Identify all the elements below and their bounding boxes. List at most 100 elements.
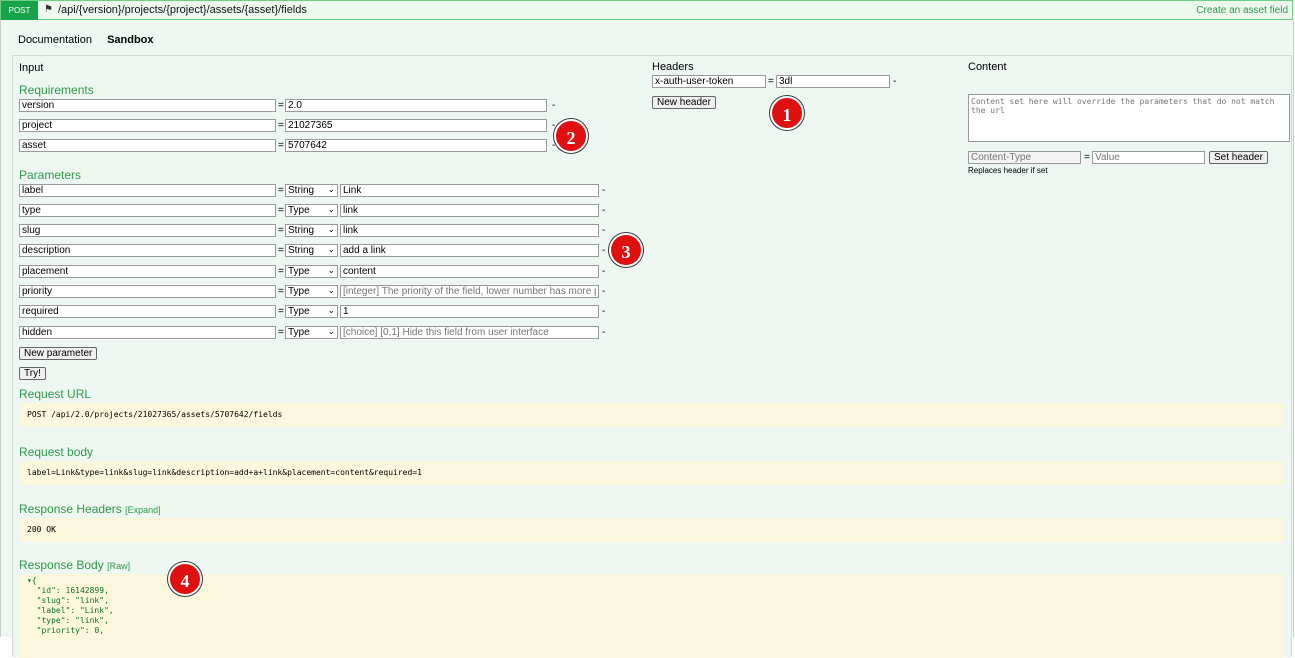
parameter-type-value: Type	[288, 327, 310, 338]
parameter-name-input[interactable]	[19, 184, 276, 197]
requirement-value-input[interactable]	[285, 139, 547, 152]
parameter-name-input[interactable]	[19, 224, 276, 237]
chevron-down-icon: ⌄	[327, 326, 335, 336]
parameter-type-select[interactable]: Type ⌄	[285, 204, 338, 217]
parameter-type-value: String	[288, 245, 315, 256]
equals-sign: =	[278, 245, 284, 256]
parameter-type-select[interactable]: Type ⌄	[285, 285, 338, 298]
requirement-name-input[interactable]	[19, 119, 276, 132]
parameter-value-input[interactable]	[340, 184, 599, 197]
tab-sandbox[interactable]: Sandbox	[107, 34, 153, 46]
chevron-down-icon: ⌄	[327, 285, 335, 295]
annotation-badge-4: 4	[168, 562, 202, 596]
tab-documentation[interactable]: Documentation	[18, 34, 92, 46]
parameter-name-input[interactable]	[19, 326, 276, 339]
parameter-row: = Type ⌄ -	[19, 265, 619, 279]
parameter-row: = Type ⌄ -	[19, 285, 619, 299]
content-value-input[interactable]	[1092, 151, 1205, 164]
expand-link[interactable]: [Expand]	[125, 505, 161, 515]
request-body-value: label=Link&type=link&slug=link&descripti…	[27, 468, 422, 477]
requirement-row: = -	[19, 139, 579, 153]
parameter-value-input[interactable]	[340, 204, 599, 217]
annotation-badge-1: 1	[770, 96, 804, 130]
route-path[interactable]: /api/{version}/projects/{project}/assets…	[58, 4, 307, 16]
equals-sign: =	[768, 76, 774, 87]
content-textarea[interactable]	[968, 94, 1290, 142]
remove-dash[interactable]: -	[602, 204, 605, 217]
set-header-button[interactable]: Set header	[1209, 151, 1268, 164]
raw-link[interactable]: [Raw]	[107, 561, 130, 571]
content-note: Replaces header if set	[968, 166, 1048, 175]
parameters-title: Parameters	[19, 168, 82, 182]
parameter-type-value: Type	[288, 266, 310, 277]
header-name-input[interactable]	[652, 75, 766, 88]
parameter-type-select[interactable]: String ⌄	[285, 224, 338, 237]
remove-dash[interactable]: -	[602, 326, 605, 339]
new-parameter-button[interactable]: New parameter	[19, 347, 98, 360]
input-title: Input	[19, 62, 44, 74]
parameter-value-input[interactable]	[340, 305, 599, 318]
parameter-type-value: String	[288, 225, 315, 236]
parameter-type-select[interactable]: Type ⌄	[285, 305, 338, 318]
parameter-type-value: Type	[288, 306, 310, 317]
parameter-name-input[interactable]	[19, 244, 276, 257]
request-url-box: POST /api/2.0/projects/21027365/assets/5…	[19, 403, 1283, 427]
parameter-value-input[interactable]	[340, 224, 599, 237]
parameter-name-input[interactable]	[19, 204, 276, 217]
requirement-value-input[interactable]	[285, 119, 547, 132]
content-title: Content	[968, 61, 1007, 73]
request-body-box: label=Link&type=link&slug=link&descripti…	[19, 461, 1283, 485]
remove-dash[interactable]: -	[893, 75, 896, 88]
annotation-badge-3: 3	[609, 233, 643, 267]
remove-dash[interactable]: -	[602, 285, 605, 298]
parameter-row: = Type ⌄ -	[19, 326, 619, 340]
content-header-row: = Set header	[968, 151, 1288, 165]
parameter-type-select[interactable]: String ⌄	[285, 184, 338, 197]
response-headers-label: Response Headers	[19, 502, 122, 516]
parameter-type-select[interactable]: String ⌄	[285, 244, 338, 257]
content-type-input[interactable]	[968, 151, 1081, 164]
remove-dash[interactable]: -	[602, 184, 605, 197]
equals-sign: =	[278, 120, 284, 131]
parameter-type-select[interactable]: Type ⌄	[285, 265, 338, 278]
response-body-box: ▾{ "id": 16142899, "slug": "link", "labe…	[19, 574, 1283, 658]
remove-dash[interactable]: -	[602, 265, 605, 278]
parameter-value-input[interactable]	[340, 265, 599, 278]
response-headers-value: 200 OK	[27, 525, 56, 534]
json-line: "type": "link",	[27, 616, 109, 625]
requirement-name-input[interactable]	[19, 139, 276, 152]
remove-dash[interactable]: -	[602, 244, 605, 257]
new-header-button[interactable]: New header	[652, 96, 716, 109]
remove-dash[interactable]: -	[602, 305, 605, 318]
equals-sign: =	[278, 266, 284, 277]
remove-dash[interactable]: -	[552, 99, 555, 112]
requirement-value-input[interactable]	[285, 99, 547, 112]
equals-sign: =	[278, 327, 284, 338]
chevron-down-icon: ⌄	[327, 204, 335, 214]
parameter-value-input[interactable]	[340, 244, 599, 257]
parameter-value-input[interactable]	[340, 326, 599, 339]
parameter-row: = String ⌄ -	[19, 184, 619, 198]
parameter-name-input[interactable]	[19, 285, 276, 298]
header-row: = -	[652, 75, 912, 89]
requirements-title: Requirements	[19, 83, 94, 97]
parameter-row: = Type ⌄ -	[19, 204, 619, 218]
try-button[interactable]: Try!	[19, 367, 46, 380]
parameter-type-select[interactable]: Type ⌄	[285, 326, 338, 339]
equals-sign: =	[278, 306, 284, 317]
route-icon: ⚑	[44, 4, 53, 15]
equals-sign: =	[278, 286, 284, 297]
header-value-input[interactable]	[776, 75, 890, 88]
equals-sign: =	[278, 225, 284, 236]
endpoint-container: Documentation Sandbox Input Requirements…	[0, 20, 1294, 658]
route-bar[interactable]: POST ⚑ /api/{version}/projects/{project}…	[0, 0, 1293, 20]
parameter-name-input[interactable]	[19, 265, 276, 278]
remove-dash[interactable]: -	[602, 224, 605, 237]
equals-sign: =	[278, 140, 284, 151]
parameter-value-input[interactable]	[340, 285, 599, 298]
equals-sign: =	[1084, 152, 1090, 163]
parameter-name-input[interactable]	[19, 305, 276, 318]
request-url-value: POST /api/2.0/projects/21027365/assets/5…	[27, 410, 283, 419]
requirement-name-input[interactable]	[19, 99, 276, 112]
json-line[interactable]: ▾{	[27, 576, 1283, 586]
